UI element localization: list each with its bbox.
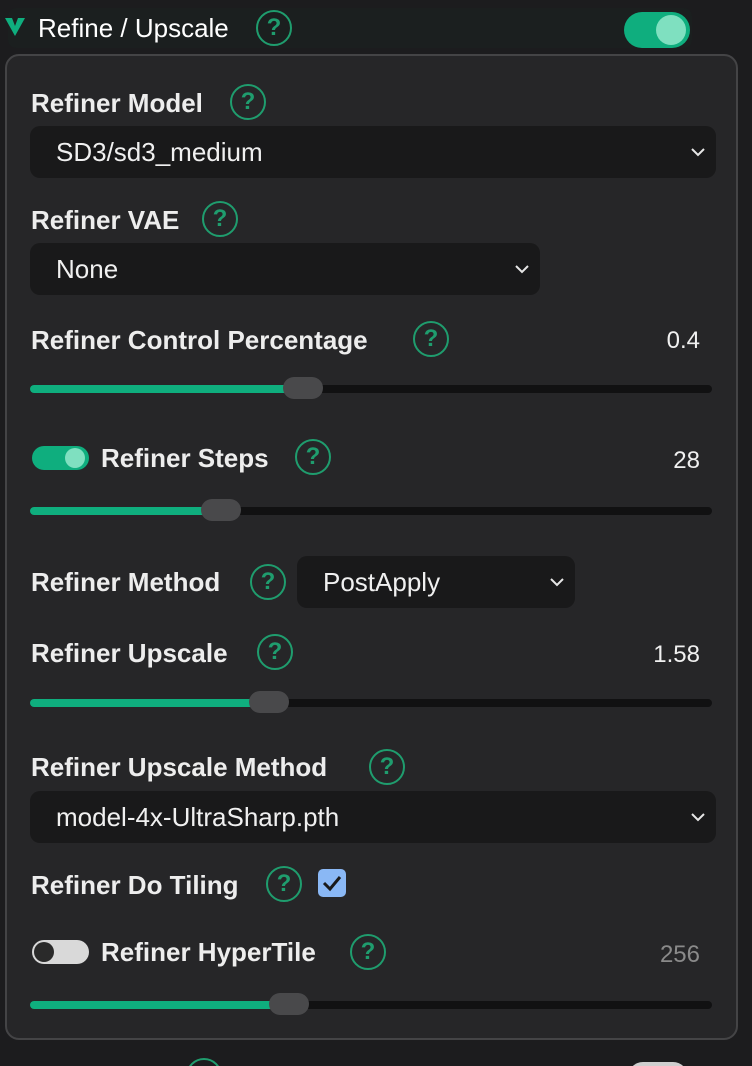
chevron-down-icon[interactable] <box>4 16 26 38</box>
chevron-down-icon <box>515 265 529 274</box>
next-section-toggle[interactable] <box>628 1062 688 1066</box>
section-enable-toggle[interactable] <box>624 12 690 48</box>
help-icon[interactable]: ? <box>350 934 386 970</box>
slider-thumb[interactable] <box>201 499 241 521</box>
section-title: Refine / Upscale <box>38 13 229 43</box>
do-tiling-checkbox[interactable] <box>318 869 346 897</box>
refiner-method-label: Refiner Method <box>31 567 221 597</box>
toggle-knob <box>34 942 54 962</box>
help-icon[interactable]: ? <box>369 749 405 785</box>
help-icon[interactable]: ? <box>202 201 238 237</box>
hypertile-slider[interactable] <box>30 993 712 1015</box>
upscale-method-select[interactable]: model-4x-UltraSharp.pth <box>30 791 716 843</box>
do-tiling-label: Refiner Do Tiling <box>31 870 239 900</box>
slider-fill <box>30 385 303 393</box>
hypertile-label: Refiner HyperTile <box>101 937 316 967</box>
chevron-down-icon <box>691 813 705 822</box>
help-icon[interactable]: ? <box>256 10 292 46</box>
steps-label: Refiner Steps <box>101 443 269 473</box>
control-percentage-value[interactable]: 0.4 <box>600 326 700 356</box>
slider-fill <box>30 507 221 515</box>
upscale-method-value: model-4x-UltraSharp.pth <box>56 802 340 832</box>
control-percentage-label: Refiner Control Percentage <box>31 325 368 355</box>
refiner-model-select[interactable]: SD3/sd3_medium <box>30 126 716 178</box>
help-icon[interactable]: ? <box>250 564 286 600</box>
refiner-vae-label: Refiner VAE <box>31 205 180 235</box>
refiner-upscale-label: Refiner Upscale <box>31 638 228 668</box>
refiner-model-label: Refiner Model <box>31 88 203 118</box>
help-icon[interactable]: ? <box>413 321 449 357</box>
slider-fill <box>30 699 269 707</box>
refiner-model-value: SD3/sd3_medium <box>56 137 263 167</box>
help-icon[interactable]: ? <box>295 439 331 475</box>
refiner-upscale-slider[interactable] <box>30 691 712 713</box>
refiner-vae-value: None <box>56 254 119 284</box>
toggle-knob <box>656 15 686 45</box>
slider-thumb[interactable] <box>269 993 309 1015</box>
slider-fill <box>30 1001 289 1009</box>
steps-slider[interactable] <box>30 499 712 521</box>
help-icon[interactable]: ? <box>230 84 266 120</box>
chevron-down-icon <box>691 148 705 157</box>
refiner-vae-select[interactable]: None <box>30 243 540 295</box>
check-icon <box>322 876 342 892</box>
control-percentage-slider[interactable] <box>30 377 712 399</box>
refiner-upscale-value[interactable]: 1.58 <box>600 640 700 670</box>
refiner-method-select[interactable]: PostApply <box>297 556 575 608</box>
slider-thumb[interactable] <box>249 691 289 713</box>
chevron-down-icon <box>550 578 564 587</box>
hypertile-enable-toggle[interactable] <box>32 940 89 964</box>
section-header[interactable]: Refine / Upscale ? <box>0 0 752 56</box>
upscale-method-label: Refiner Upscale Method <box>31 752 328 782</box>
hypertile-value[interactable]: 256 <box>600 940 700 970</box>
slider-thumb[interactable] <box>283 377 323 399</box>
help-icon[interactable]: ? <box>266 866 302 902</box>
refiner-method-value: PostApply <box>323 567 441 597</box>
toggle-knob <box>65 448 85 468</box>
help-icon[interactable]: ? <box>257 634 293 670</box>
steps-value[interactable]: 28 <box>600 446 700 476</box>
help-icon[interactable] <box>186 1058 222 1066</box>
steps-enable-toggle[interactable] <box>32 446 89 470</box>
